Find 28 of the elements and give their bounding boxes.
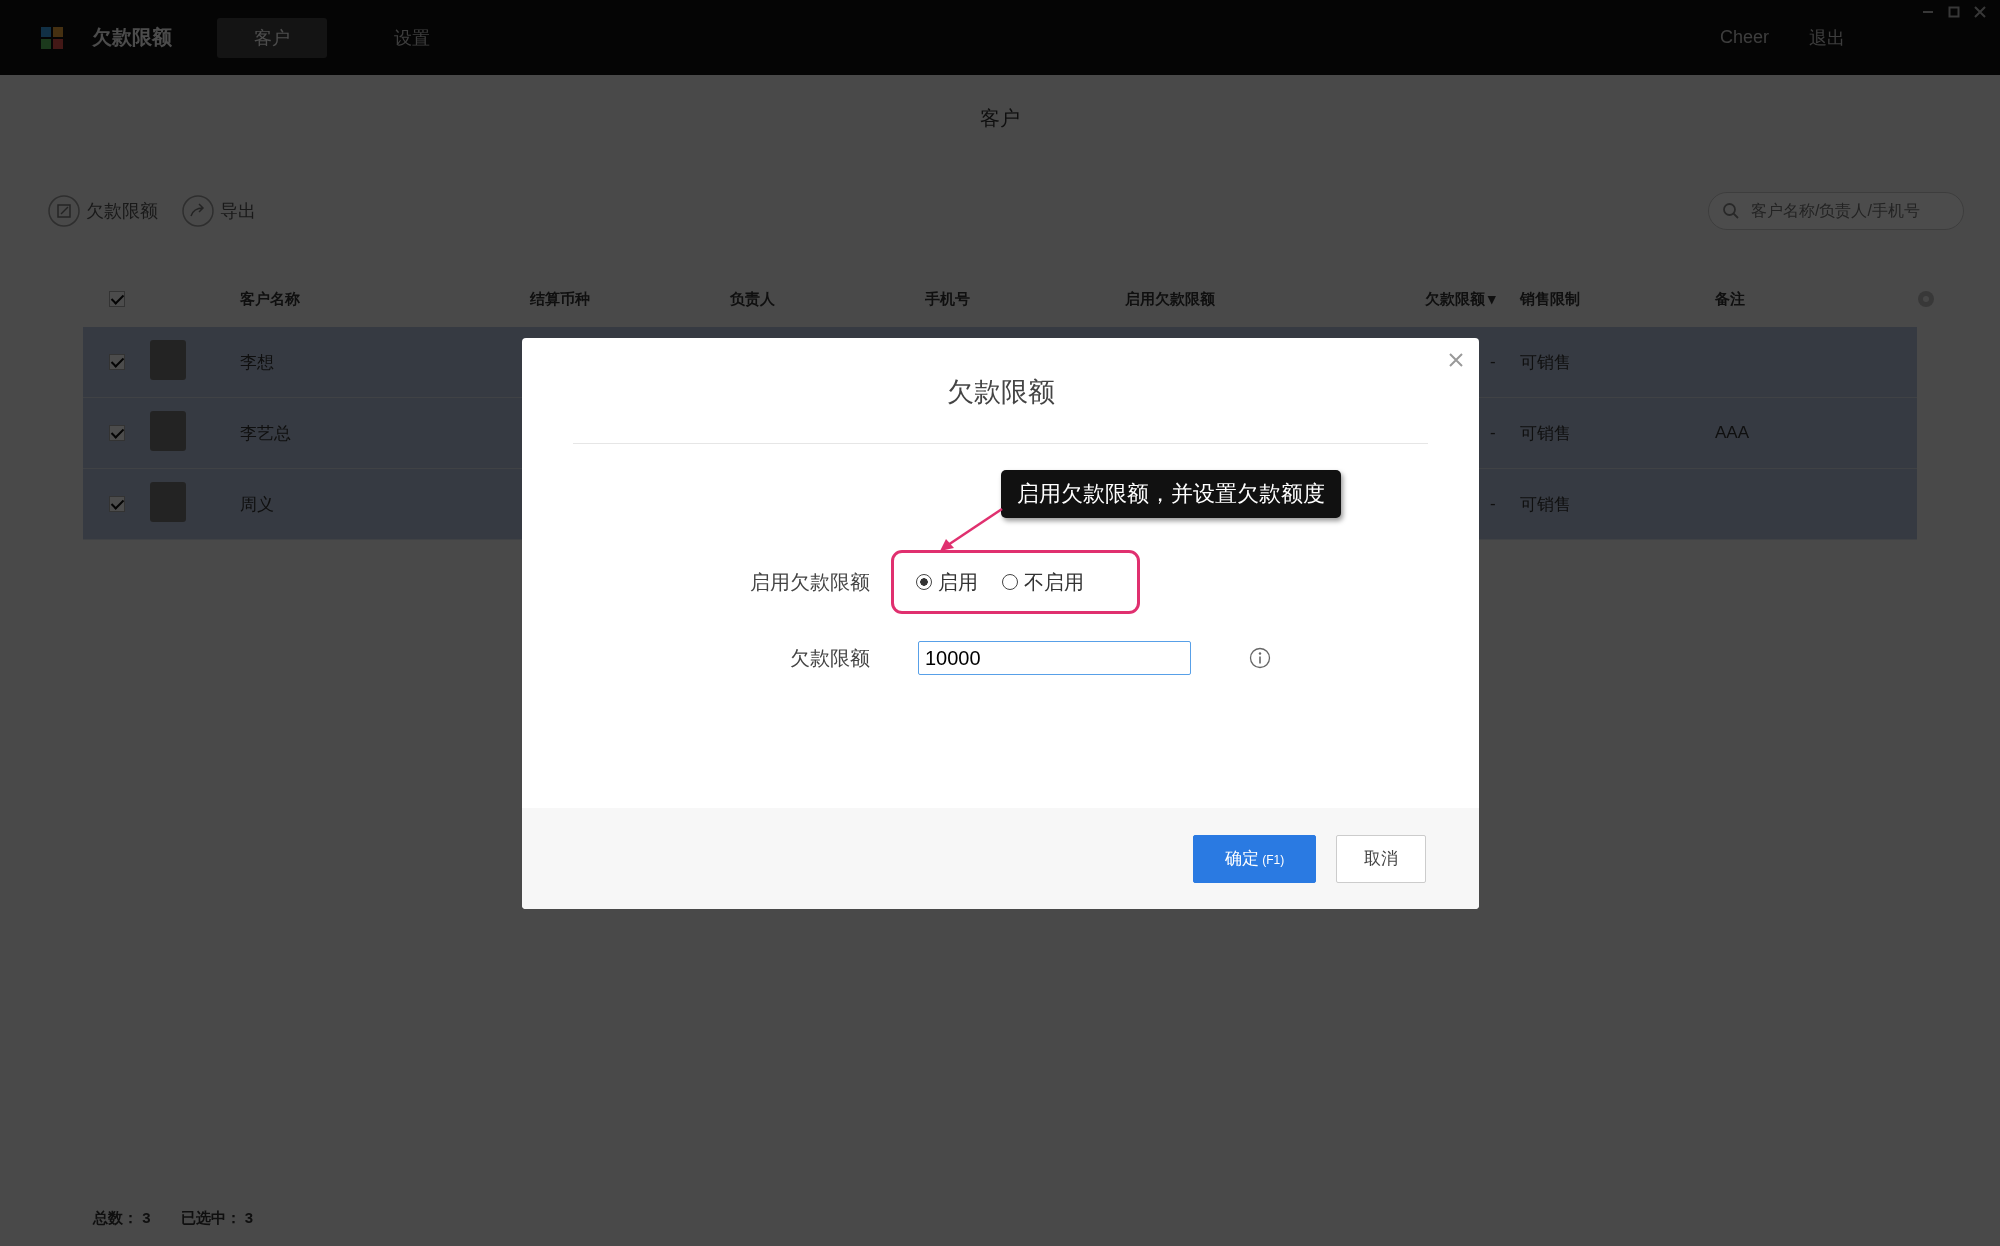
column-header[interactable]: 客户名称: [240, 289, 300, 309]
column-header[interactable]: 结算币种: [530, 289, 590, 309]
sort-caret[interactable]: ▾: [1488, 290, 1496, 308]
app-title: 欠款限额: [92, 25, 172, 50]
radio-option[interactable]: 启用: [916, 568, 978, 596]
column-header[interactable]: 销售限制: [1520, 289, 1580, 309]
field-label: 欠款限额: [789, 645, 870, 671]
selected-count: 已选中： 3: [180, 1209, 254, 1228]
table-cell: -: [1490, 423, 1496, 442]
radio-option[interactable]: 不启用: [1002, 568, 1084, 596]
field-label: 启用欠款限额: [749, 569, 870, 595]
confirm-button[interactable]: 确定 (F1): [1193, 834, 1316, 883]
info-icon[interactable]: [1249, 647, 1271, 669]
dialog-title: 欠款限额: [946, 376, 1055, 408]
table-cell: -: [1490, 494, 1496, 513]
total-count: 总数： 3: [93, 1209, 151, 1228]
credit-limit-input[interactable]: 10000: [918, 641, 1191, 675]
cancel-button[interactable]: 取消: [1336, 834, 1426, 883]
column-header[interactable]: 欠款限额: [1425, 289, 1485, 309]
close-icon[interactable]: [1449, 353, 1463, 367]
annotation-tooltip: 启用欠款限额，并设置欠款额度: [1001, 470, 1341, 518]
column-header[interactable]: 手机号: [925, 289, 970, 309]
page-title: 客户: [979, 106, 1021, 131]
radio-button[interactable]: [916, 574, 932, 590]
table-cell: -: [1490, 352, 1496, 371]
column-header[interactable]: 负责人: [730, 289, 775, 309]
column-header[interactable]: 备注: [1715, 289, 1745, 309]
column-header[interactable]: 启用欠款限额: [1125, 289, 1215, 309]
